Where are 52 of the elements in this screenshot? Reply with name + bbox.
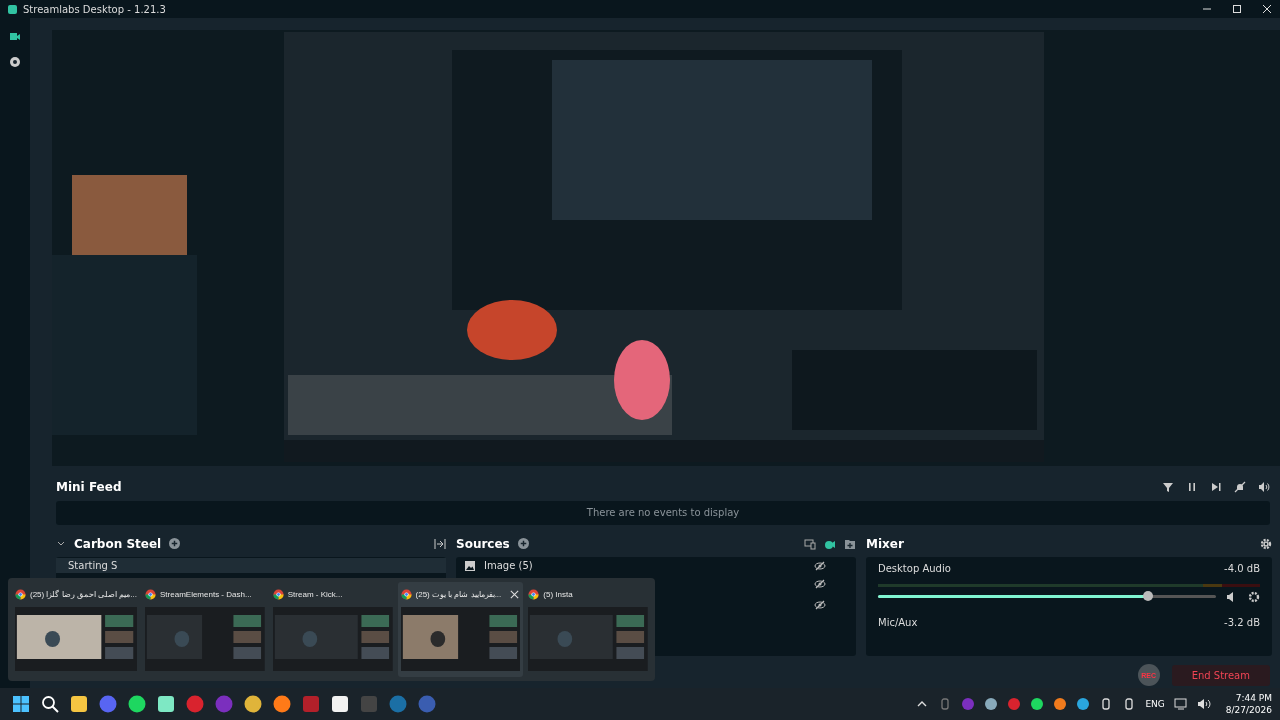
window-title: (25) میم اصلی احمق رضا گلزا... (30, 589, 137, 599)
volume-icon[interactable] (1196, 697, 1211, 711)
sources-title: Sources (456, 536, 510, 551)
add-icon[interactable] (517, 538, 529, 550)
image-icon (464, 559, 476, 572)
mini-feed-title: Mini Feed (56, 479, 122, 494)
empty-message: There are no events to display (586, 507, 740, 519)
channel-name: Mic/Aux (878, 616, 918, 628)
window-preview[interactable]: (25) بفرمایید شام با یوت... (397, 582, 524, 677)
window-preview[interactable]: StreamElements - Dash... (142, 582, 268, 677)
eye-slash-icon[interactable] (814, 578, 826, 591)
clock-time[interactable]: 7:44 PM (1235, 692, 1272, 704)
window-preview[interactable]: (25) میم اصلی احمق رضا گلزا... (12, 582, 140, 677)
settings-icon[interactable] (1248, 590, 1260, 603)
app-logo-icon (8, 4, 17, 14)
collapse-panel-icon[interactable] (434, 537, 446, 550)
scene-item[interactable]: Starting S (56, 557, 446, 573)
window-title: (25) بفرمایید شام با یوت... (415, 589, 503, 599)
add-icon[interactable] (169, 538, 181, 550)
skip-icon[interactable] (1210, 480, 1222, 493)
slider-thumb[interactable] (1143, 591, 1154, 602)
eye-slash-icon[interactable] (814, 599, 826, 612)
eye-slash-icon[interactable] (814, 559, 826, 572)
language-indicator[interactable]: ENG (1145, 699, 1165, 709)
filter-icon[interactable] (1162, 480, 1174, 493)
pause-icon[interactable] (1186, 480, 1198, 493)
maximize-icon[interactable] (1232, 4, 1242, 14)
settings-icon[interactable] (1260, 537, 1272, 550)
source-item[interactable]: Image (5) (484, 560, 533, 572)
window-title: StreamElements - Dash... (160, 589, 253, 599)
add-folder-icon[interactable] (844, 537, 856, 550)
window-title: Stream - Kick... (287, 589, 344, 599)
record-icon[interactable] (9, 56, 21, 68)
close-icon[interactable] (1262, 4, 1272, 14)
clock-date[interactable]: 8/27/2026 (1225, 704, 1272, 716)
db-reading: -4.0 dB (1224, 562, 1260, 574)
mixer-title: Mixer (866, 536, 904, 551)
search-icon[interactable] (40, 694, 60, 714)
channel-name: Desktop Audio (878, 562, 951, 574)
close-icon[interactable] (509, 588, 521, 600)
editor-icon[interactable] (9, 30, 21, 42)
windows-icon[interactable] (11, 694, 31, 714)
mute-alerts-icon[interactable] (1234, 480, 1246, 493)
volume-icon[interactable] (1258, 480, 1270, 493)
end-stream-button[interactable]: End Stream (1171, 664, 1270, 686)
window-title: (5) Insta (543, 589, 574, 599)
monitor-icon[interactable] (804, 537, 816, 550)
window-preview[interactable]: (5) Insta (525, 582, 651, 677)
db-reading: -3.2 dB (1224, 616, 1260, 628)
window-title: Streamlabs Desktop - 1.21.3 (23, 3, 166, 15)
scene-collection-title[interactable]: Carbon Steel (74, 536, 162, 551)
window-preview[interactable]: Stream - Kick... (269, 582, 396, 677)
